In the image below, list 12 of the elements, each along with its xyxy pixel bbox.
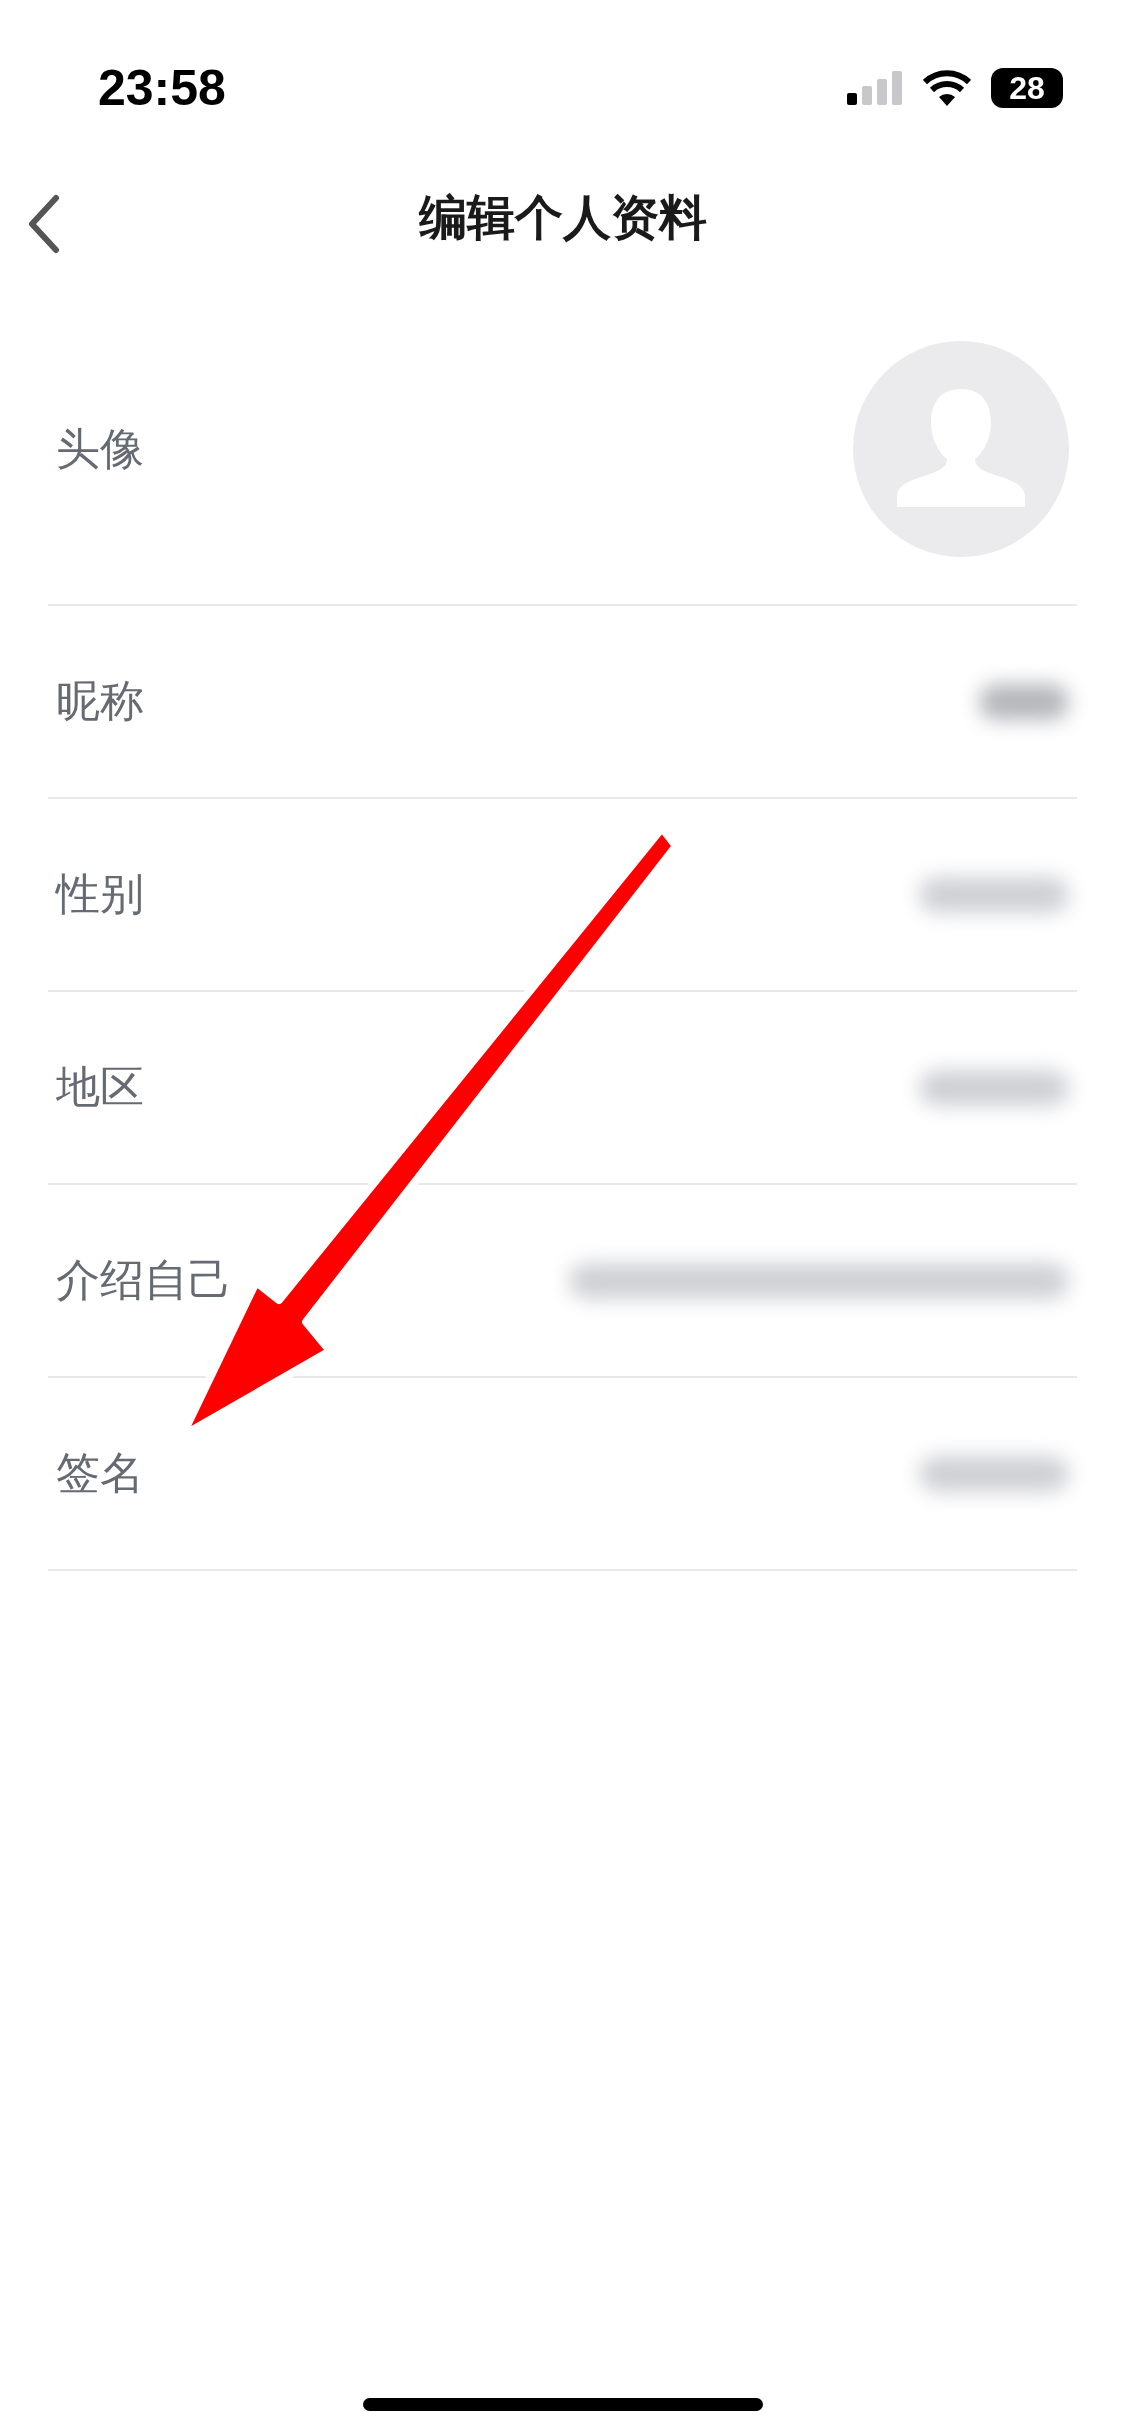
row-label: 昵称: [56, 674, 144, 728]
row-label: 性别: [56, 867, 144, 921]
row-label: 地区: [56, 1060, 144, 1114]
battery-level: 28: [991, 68, 1063, 108]
clock-time: 23:58: [98, 59, 226, 117]
row-label: 签名: [56, 1446, 144, 1500]
row-label: 头像: [56, 421, 144, 476]
page-title: 编辑个人资料: [418, 188, 707, 247]
back-icon[interactable]: [26, 194, 62, 254]
signal-icon: [847, 71, 903, 105]
wifi-icon: [923, 70, 971, 106]
row-label: 介绍自己: [56, 1253, 232, 1307]
